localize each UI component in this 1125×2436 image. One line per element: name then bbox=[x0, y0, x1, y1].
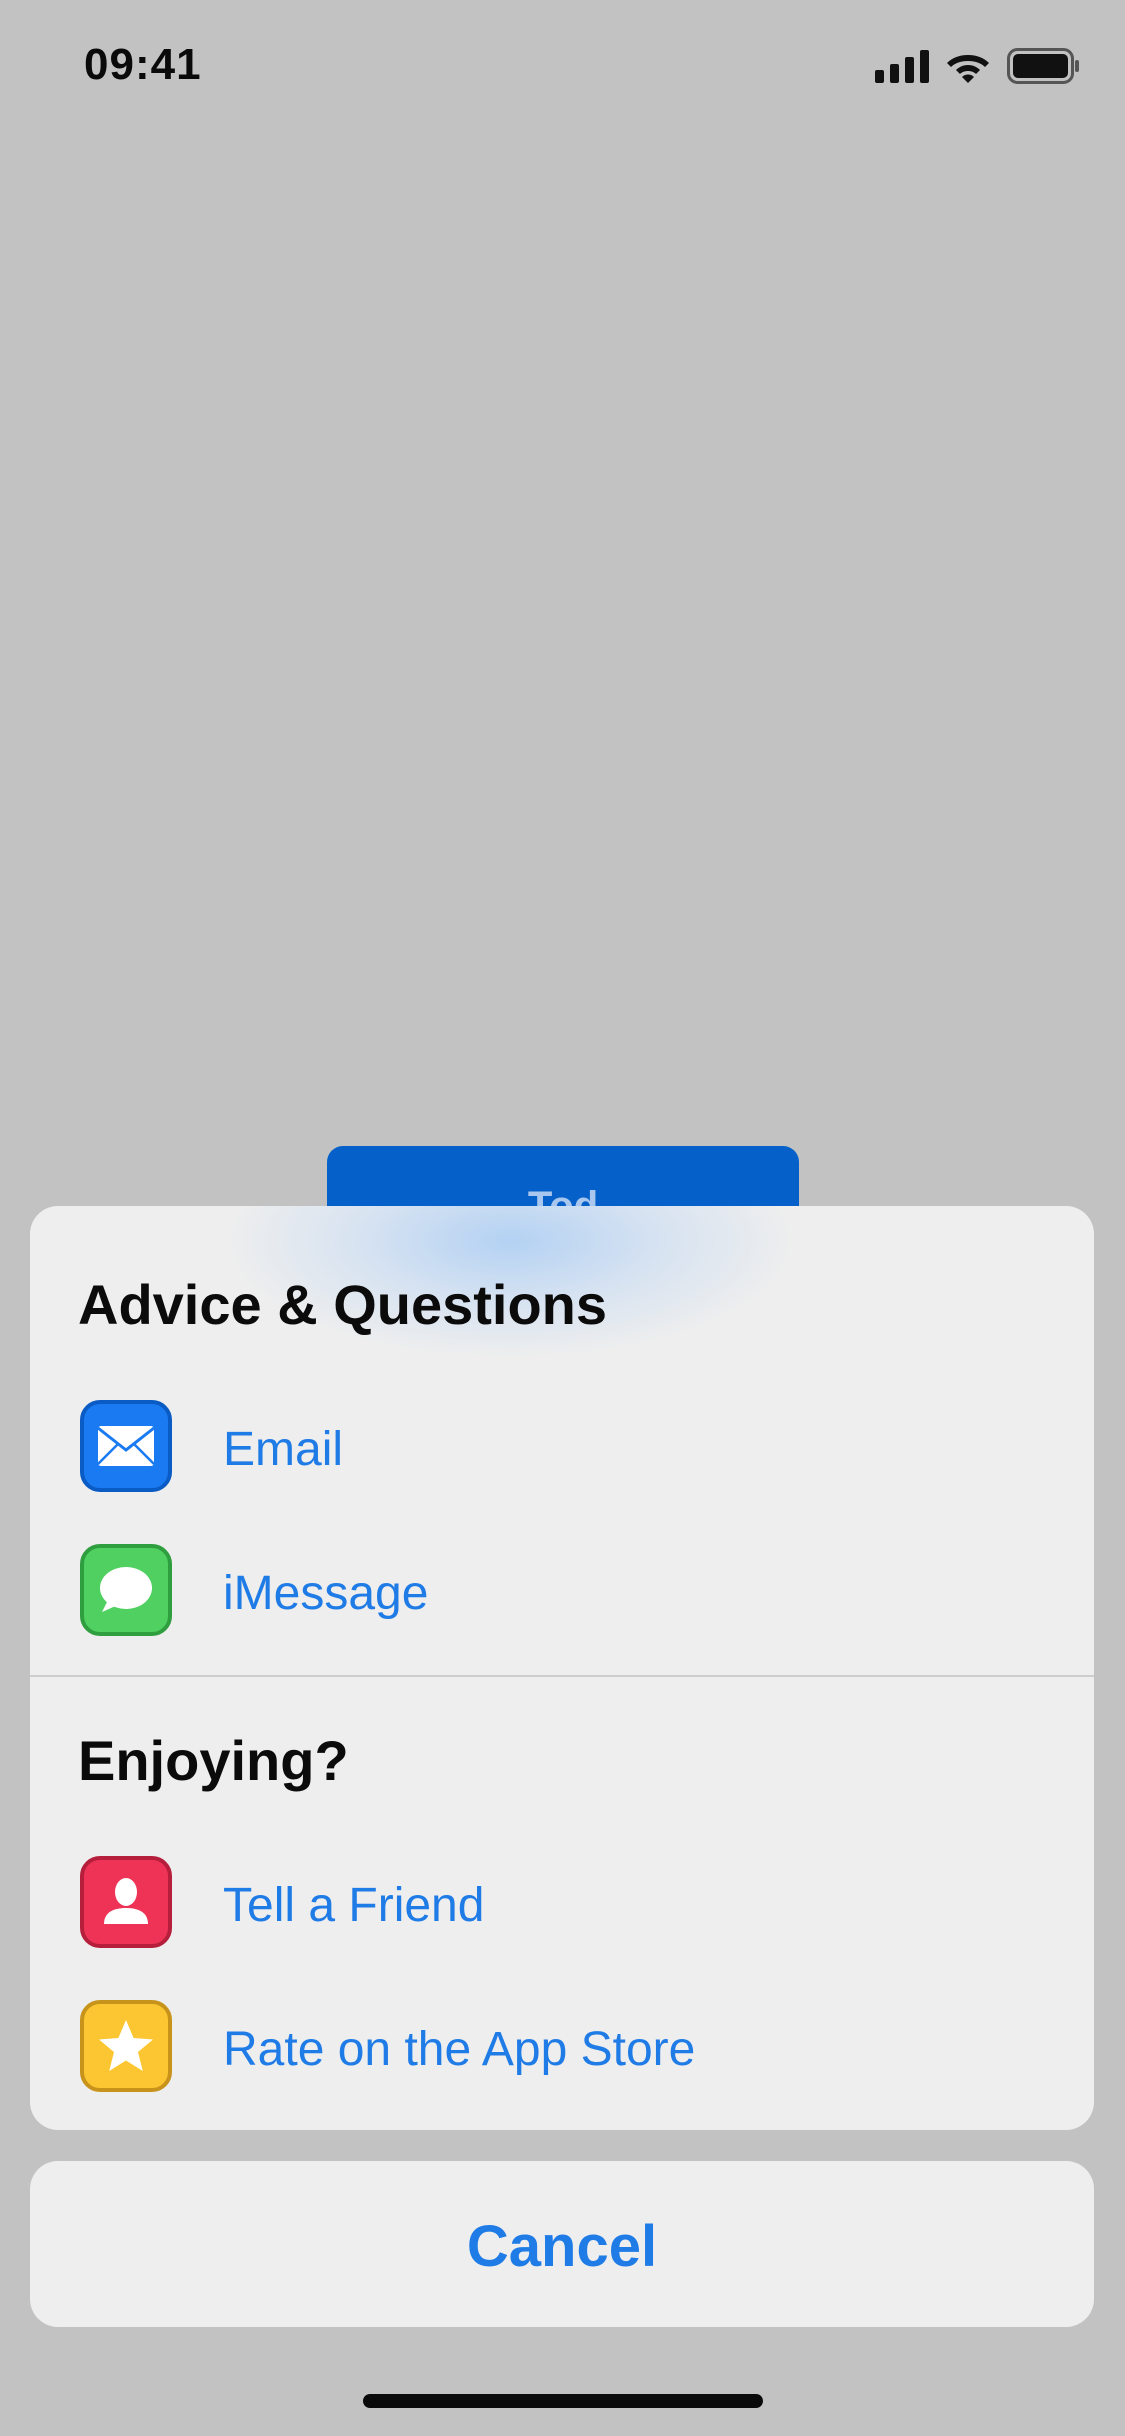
battery-icon bbox=[1007, 48, 1081, 84]
action-sheet: Advice & Questions Email iMessage Enjoyi… bbox=[30, 1206, 1094, 2130]
status-time: 09:41 bbox=[84, 40, 202, 89]
status-bar: 09:41 bbox=[0, 0, 1125, 140]
imessage-label: iMessage bbox=[223, 1567, 429, 1620]
wifi-icon bbox=[945, 49, 991, 83]
section-title-enjoying: Enjoying? bbox=[78, 1729, 349, 1792]
section-title-advice: Advice & Questions bbox=[78, 1273, 608, 1336]
imessage-option[interactable]: iMessage bbox=[30, 1520, 1094, 1660]
star-icon bbox=[80, 2000, 172, 2092]
rate-app-store-label: Rate on the App Store bbox=[223, 2023, 696, 2076]
email-label: Email bbox=[223, 1423, 344, 1476]
envelope-icon bbox=[80, 1400, 172, 1492]
home-indicator[interactable] bbox=[363, 2394, 763, 2408]
status-icons bbox=[875, 48, 1081, 84]
tell-a-friend-label: Tell a Friend bbox=[223, 1879, 485, 1932]
section-divider bbox=[30, 1675, 1094, 1677]
tell-a-friend-option[interactable]: Tell a Friend bbox=[30, 1832, 1094, 1972]
cellular-signal-icon bbox=[875, 49, 929, 83]
email-option[interactable]: Email bbox=[30, 1376, 1094, 1516]
rate-app-store-option[interactable]: Rate on the App Store bbox=[30, 1976, 1094, 2116]
cancel-label: Cancel bbox=[466, 2214, 658, 2279]
speech-bubble-icon bbox=[80, 1544, 172, 1636]
cancel-button[interactable]: Cancel bbox=[30, 2161, 1094, 2327]
person-icon bbox=[80, 1856, 172, 1948]
